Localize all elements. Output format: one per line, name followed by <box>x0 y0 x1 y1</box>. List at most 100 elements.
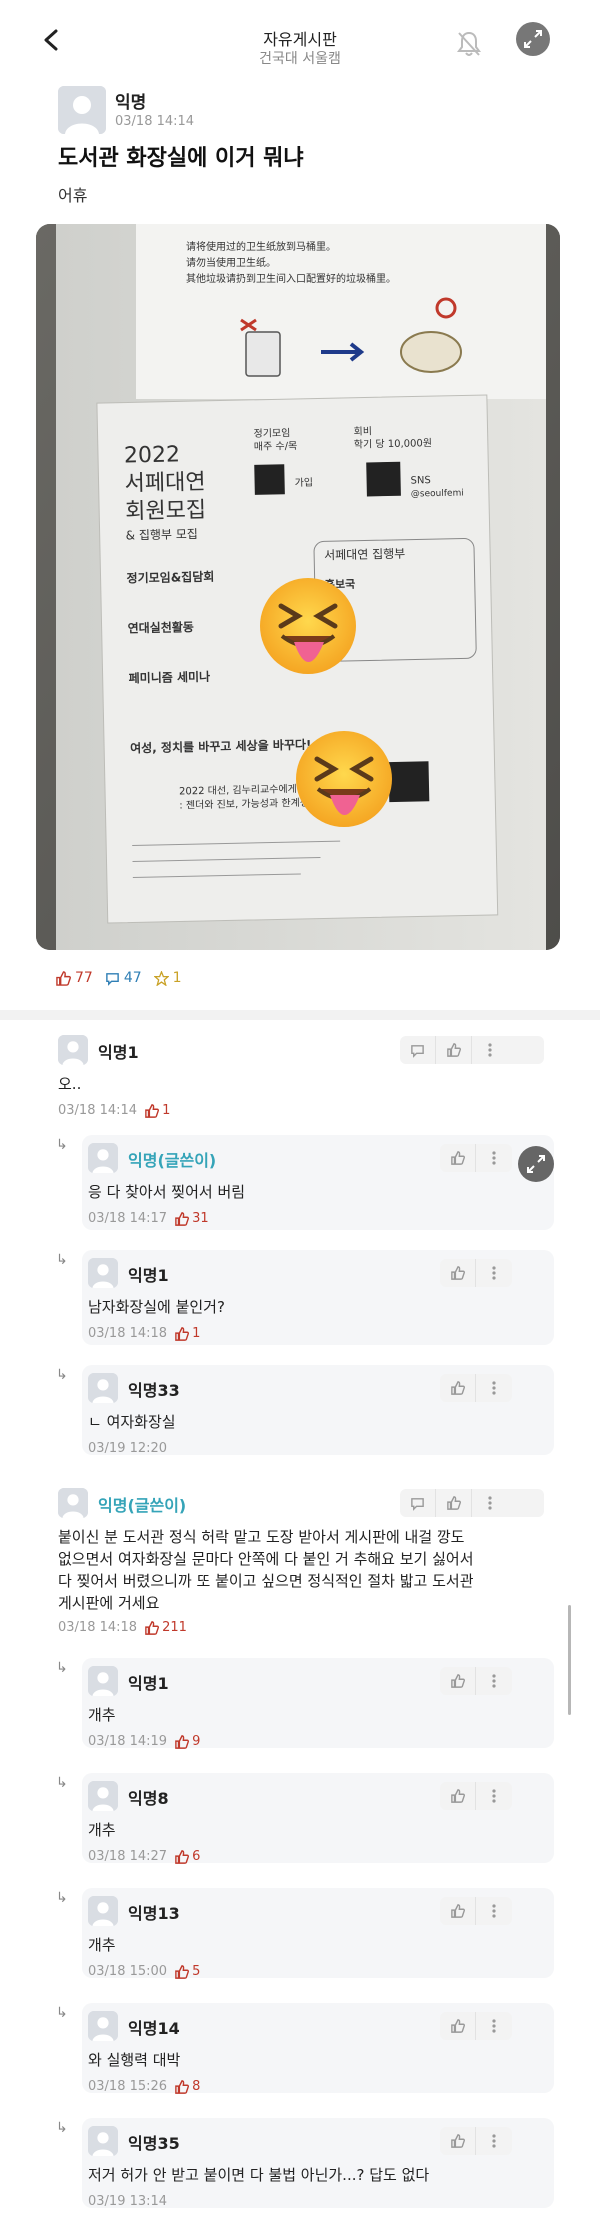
comment-actions <box>400 1036 544 1064</box>
post-scrap-count: 1 <box>153 970 182 986</box>
sign-line-2: 请勿当使用卫生纸。 <box>186 256 276 269</box>
more-button[interactable] <box>476 1782 512 1810</box>
board-subtitle: 건국대 서울캠 <box>259 51 341 67</box>
speech-bubble-icon <box>411 1497 424 1511</box>
poster-meeting-label: 정기모임 <box>253 426 290 440</box>
poster-title-1: 서페대연 <box>124 470 205 497</box>
vertical-dots-icon <box>492 1266 496 1280</box>
more-button[interactable] <box>476 1374 512 1402</box>
like-button[interactable] <box>436 1489 472 1517</box>
like-button[interactable] <box>440 1374 476 1402</box>
board-title: 자유게시판 <box>263 30 337 49</box>
reply-arrow-icon: ↳ <box>56 1890 68 1906</box>
more-button[interactable] <box>476 1144 512 1172</box>
like-button[interactable] <box>440 1667 476 1695</box>
comment-meta: 03/19 13:14 <box>88 2194 167 2209</box>
comment-like-count: 1 <box>175 1326 200 1341</box>
reply-item: ↳ 익명33 ㄴ 여자화장실 03/19 12:20 <box>0 1365 600 1465</box>
comment-text-line: 없으면서 여자화장실 문마다 안쪽에 다 붙인 거 추해요 보기 싫어서 <box>58 1550 474 1568</box>
comment-text: 오.. <box>58 1075 82 1093</box>
thumbs-up-icon <box>450 1904 465 1918</box>
comment-avatar <box>58 1035 88 1065</box>
poster-fee-label: 회비 <box>353 425 372 437</box>
poster-join: 가입 <box>294 476 313 489</box>
reply-button[interactable] <box>400 1036 436 1064</box>
comment-meta: 03/18 15:00 5 <box>88 1964 200 1979</box>
thumbs-up-icon <box>145 1103 160 1118</box>
comment-author: 익명1 <box>98 1043 139 1062</box>
like-button[interactable] <box>440 1144 476 1172</box>
like-button[interactable] <box>440 1259 476 1287</box>
qr-code-icon <box>388 761 430 803</box>
comment-date: 03/18 14:18 <box>58 1620 138 1635</box>
post-photo[interactable]: 请将使用过的卫生纸放到马桶里。 请勿当使用卫生纸。 其他垃圾请扔到卫生间入口配置… <box>36 224 560 950</box>
comment-text: ㄴ 여자화장실 <box>88 1413 176 1431</box>
comment-text: 응 다 찾아서 찢어서 버림 <box>88 1183 246 1201</box>
like-button[interactable] <box>440 2012 476 2040</box>
comment-actions <box>440 1144 512 1172</box>
user-silhouette-icon <box>58 86 106 134</box>
more-button[interactable] <box>476 1897 512 1925</box>
comment-text-line: 다 찢어서 버렸으니까 또 붙이고 싶으면 정식적인 절차 밟고 도서관 <box>58 1572 474 1590</box>
sign-line-3: 其他垃圾请扔到卫生间入口配置好的垃圾桶里。 <box>186 272 396 285</box>
comment-author: 익명1 <box>128 1266 169 1285</box>
vertical-dots-icon <box>492 2019 496 2033</box>
reply-arrow-icon: ↳ <box>56 1252 68 1268</box>
like-button[interactable] <box>440 1897 476 1925</box>
qr-code-icon <box>254 464 285 495</box>
comment-meta: 03/18 14:18 1 <box>88 1326 200 1341</box>
comment-author: 익명13 <box>128 1904 180 1923</box>
more-button[interactable] <box>472 1489 508 1517</box>
comment-like-count: 9 <box>175 1734 200 1749</box>
user-silhouette-icon <box>88 1373 118 1403</box>
thumbs-up-icon <box>450 2019 465 2033</box>
thumbs-up-icon <box>446 1496 461 1510</box>
comment-meta: 03/18 15:26 8 <box>88 2079 200 2094</box>
poster-exec: 서페대연 집행부 <box>324 546 405 563</box>
thumbs-up-icon <box>450 1381 465 1395</box>
more-button[interactable] <box>476 1259 512 1287</box>
sign-line-1: 请将使用过的卫生纸放到马桶里。 <box>186 240 336 253</box>
more-button[interactable] <box>476 2012 512 2040</box>
reply-item: ↳ 익명35 저거 허가 안 받고 붙이면 다 불법 아닌가...? 답도 없다 03… <box>0 2118 600 2218</box>
comment-meta: 03/18 14:18 211 <box>58 1620 187 1635</box>
thumbs-up-icon <box>450 1151 465 1165</box>
bell-off-icon[interactable] <box>456 30 482 58</box>
thumbs-up-icon <box>450 1789 465 1803</box>
reply-arrow-icon: ↳ <box>56 2120 68 2136</box>
more-button[interactable] <box>476 2127 512 2155</box>
comment-author: 익명(글쓴이) <box>98 1496 187 1515</box>
thumbs-up-icon <box>175 1326 190 1341</box>
comment-date: 03/18 14:17 <box>88 1211 168 1226</box>
comment-like-count: 5 <box>175 1964 200 1979</box>
expand-button[interactable] <box>518 1146 554 1182</box>
scrollbar[interactable] <box>568 1605 571 1715</box>
like-button[interactable] <box>436 1036 472 1064</box>
comment-actions <box>440 1782 512 1810</box>
comment-date: 03/18 14:27 <box>88 1849 168 1864</box>
like-button[interactable] <box>440 2127 476 2155</box>
poster-fee: 학기 당 10,000원 <box>354 437 432 451</box>
comment-avatar <box>88 2011 118 2041</box>
reply-arrow-icon: ↳ <box>56 1367 68 1383</box>
comment-author: 익명33 <box>128 1381 180 1400</box>
reply-item: ↳ 익명13 개추 03/18 15:00 5 <box>0 1888 600 1988</box>
fullscreen-button[interactable] <box>516 22 550 56</box>
reply-item: ↳ 익명8 개추 03/18 14:27 6 <box>0 1773 600 1873</box>
more-button[interactable] <box>476 1667 512 1695</box>
reply-item: ↳ 익명1 개추 03/18 14:19 9 <box>0 1658 600 1758</box>
user-silhouette-icon <box>88 2011 118 2041</box>
poster-section-1: 정기모임&집담회 <box>126 569 214 586</box>
thumbs-up-icon <box>175 1849 190 1864</box>
thumbs-up-icon <box>175 2079 190 2094</box>
comment-actions <box>400 1489 544 1517</box>
more-button[interactable] <box>472 1036 508 1064</box>
comment-avatar <box>88 1373 118 1403</box>
comment-actions <box>440 2012 512 2040</box>
like-button[interactable] <box>440 1782 476 1810</box>
vertical-dots-icon <box>492 1151 496 1165</box>
expand-arrows-icon <box>527 1155 545 1173</box>
poster-year: 2022 <box>124 442 181 468</box>
reply-button[interactable] <box>400 1489 436 1517</box>
vertical-dots-icon <box>492 2134 496 2148</box>
